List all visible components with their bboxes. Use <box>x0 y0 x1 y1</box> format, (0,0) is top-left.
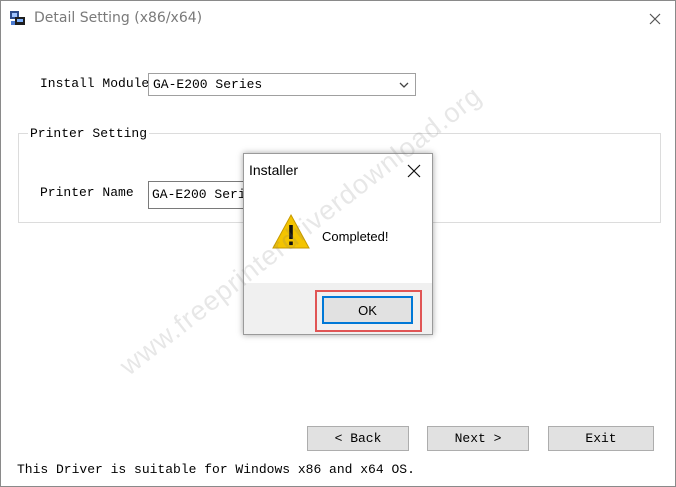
install-module-label: Install Module <box>40 76 150 91</box>
back-button[interactable]: < Back <box>307 426 409 451</box>
install-module-value: GA-E200 Series <box>153 77 263 92</box>
installer-app-icon <box>10 11 25 25</box>
printer-name-label: Printer Name <box>40 185 134 200</box>
close-icon <box>407 164 421 178</box>
dialog-message: Completed! <box>322 229 389 244</box>
install-module-select[interactable]: GA-E200 Series <box>148 73 416 96</box>
dialog-close-button[interactable] <box>401 159 427 183</box>
close-icon <box>649 13 661 25</box>
footer-note: This Driver is suitable for Windows x86 … <box>17 462 415 477</box>
ok-button[interactable]: OK <box>322 296 413 324</box>
window-close-button[interactable] <box>637 5 673 33</box>
exit-button[interactable]: Exit <box>548 426 654 451</box>
dialog-title: Installer <box>249 162 299 178</box>
window-title: Detail Setting (x86/x64) <box>34 10 203 26</box>
detail-setting-window: Detail Setting (x86/x64) Install Module … <box>0 0 676 487</box>
title-bar: Detail Setting (x86/x64) <box>1 1 675 35</box>
next-button[interactable]: Next > <box>427 426 529 451</box>
printer-setting-title: Printer Setting <box>28 126 150 141</box>
warning-icon <box>272 213 310 249</box>
chevron-down-icon <box>399 82 409 88</box>
